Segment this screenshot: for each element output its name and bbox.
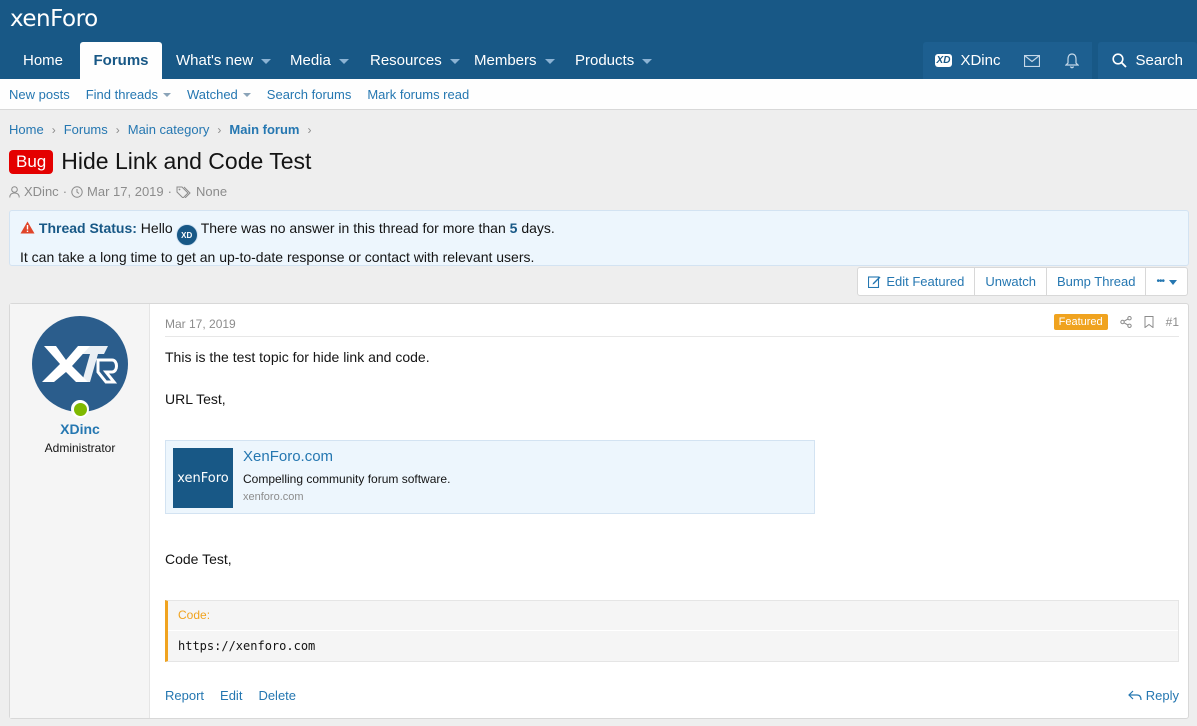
breadcrumb: Home › Forums › Main category › Main for… [9, 122, 311, 137]
link-unfurl-card[interactable]: xenForo XenForo.com Compelling community… [165, 440, 815, 514]
edit-button[interactable]: Edit [220, 688, 242, 703]
thread-status-notice: Thread Status: Hello XD There was no answe… [9, 210, 1189, 266]
avatar[interactable] [32, 316, 128, 412]
subnav-mark-read[interactable]: Mark forums read [367, 87, 469, 102]
account-button[interactable]: XD XDinc [922, 42, 1013, 79]
user-icon [9, 185, 20, 198]
sub-nav: New posts Find threads Watched Search fo… [0, 79, 1197, 110]
post-actions: Report Edit Delete [165, 688, 296, 703]
unfurl-title[interactable]: XenForo.com [243, 448, 333, 465]
thread-prefix-badge[interactable]: Bug [9, 149, 54, 174]
unfurl-domain: xenforo.com [243, 491, 304, 503]
post-text-line: This is the test topic for hide link and… [165, 349, 430, 365]
tab-members[interactable]: Members [460, 42, 569, 79]
thread-title-row: Bug Hide Link and Code Test [9, 148, 311, 175]
site-logo[interactable]: xenForo [10, 6, 98, 32]
main-nav: Home Forums What's new Media Resources M… [0, 42, 1197, 79]
more-icon: ••• [1156, 276, 1164, 287]
tab-home[interactable]: Home [9, 42, 77, 79]
page-body: Home › Forums › Main category › Main for… [0, 110, 1197, 726]
post-date[interactable]: Mar 17, 2019 [165, 317, 236, 331]
chevron-right-icon: › [217, 122, 222, 137]
subnav-find-threads[interactable]: Find threads [86, 87, 171, 102]
tab-whats-new[interactable]: What's new [162, 42, 285, 79]
tags-icon [176, 186, 191, 198]
bookmark-icon[interactable] [1144, 316, 1154, 328]
envelope-icon [1024, 54, 1041, 67]
post-1: XDinc Administrator Mar 17, 2019 Feature… [9, 303, 1189, 719]
edit-icon [868, 276, 881, 288]
tab-forums[interactable]: Forums [80, 42, 162, 79]
report-button[interactable]: Report [165, 688, 204, 703]
subnav-watched[interactable]: Watched [187, 87, 251, 102]
thread-date[interactable]: Mar 17, 2019 [87, 184, 164, 199]
subnav-new-posts[interactable]: New posts [9, 87, 70, 102]
xtr-logo-icon [42, 346, 118, 384]
chevron-down-icon[interactable] [449, 59, 460, 64]
unfurl-logo: xenForo [173, 448, 233, 508]
breadcrumb-main-forum[interactable]: Main forum [229, 122, 299, 137]
inbox-button[interactable] [1012, 42, 1053, 79]
post-usertitle: Administrator [44, 441, 116, 455]
code-content[interactable]: https://xenforo.com [178, 639, 315, 653]
post-divider [165, 336, 1179, 337]
tab-products[interactable]: Products [561, 42, 666, 79]
breadcrumb-home[interactable]: Home [9, 122, 44, 137]
chevron-down-icon[interactable] [242, 93, 251, 97]
breadcrumb-main-category[interactable]: Main category [128, 122, 210, 137]
reply-icon [1127, 690, 1142, 701]
share-icon[interactable] [1119, 316, 1132, 328]
chevron-down-icon[interactable] [642, 59, 653, 64]
bump-thread-button[interactable]: Bump Thread [1045, 268, 1146, 295]
warning-icon [20, 221, 35, 234]
clock-icon [71, 185, 83, 198]
post-text-line: URL Test, [165, 391, 226, 407]
chevron-right-icon: › [115, 122, 120, 137]
user-avatar-icon: XD [934, 54, 953, 67]
alerts-button[interactable] [1052, 42, 1093, 79]
thread-tags: None [195, 184, 228, 199]
featured-badge: Featured [1053, 314, 1108, 330]
code-divider [168, 630, 1178, 631]
chevron-down-icon[interactable] [544, 59, 555, 64]
code-label: Code: [178, 608, 211, 622]
chevron-down-icon[interactable] [162, 93, 171, 97]
edit-featured-button[interactable]: Edit Featured [858, 268, 974, 295]
unwatch-button[interactable]: Unwatch [974, 268, 1046, 295]
chevron-down-icon [1169, 280, 1177, 285]
search-button[interactable]: Search [1098, 42, 1197, 79]
subnav-search-forums[interactable]: Search forums [267, 87, 352, 102]
page-title: Hide Link and Code Test [61, 148, 312, 174]
post-number[interactable]: #1 [1166, 315, 1179, 329]
chevron-down-icon[interactable] [338, 59, 349, 64]
site-header: xenForo [0, 0, 1197, 42]
nav-user-area: XD XDinc Search [922, 42, 1197, 79]
unfurl-description: Compelling community forum software. [243, 472, 451, 486]
tab-resources[interactable]: Resources [356, 42, 474, 79]
chevron-right-icon: › [51, 122, 56, 137]
avatar: XD [175, 224, 198, 246]
post-header-actions: Featured #1 [1053, 314, 1179, 330]
search-icon [1112, 53, 1128, 68]
post-user-cell: XDinc Administrator [10, 304, 150, 718]
online-status-icon [71, 400, 89, 418]
thread-status-label: Thread Status: [38, 220, 137, 236]
post-text-line: Code Test, [165, 551, 232, 567]
thread-actions: Edit Featured Unwatch Bump Thread ••• [857, 267, 1188, 296]
thread-meta: XDinc · Mar 17, 2019 · None [9, 184, 227, 199]
thread-author[interactable]: XDinc [24, 184, 59, 199]
chevron-right-icon: › [307, 122, 312, 137]
reply-button[interactable]: Reply [1127, 688, 1179, 703]
more-options-button[interactable]: ••• [1145, 268, 1187, 295]
post-content: Mar 17, 2019 Featured #1 This is the tes… [165, 304, 1179, 718]
chevron-down-icon[interactable] [261, 59, 272, 64]
delete-button[interactable]: Delete [258, 688, 296, 703]
bell-icon [1065, 52, 1080, 68]
breadcrumb-forums[interactable]: Forums [64, 122, 108, 137]
post-username[interactable]: XDinc [10, 421, 150, 437]
tab-media[interactable]: Media [276, 42, 363, 79]
code-block: Code: https://xenforo.com [165, 600, 1179, 662]
